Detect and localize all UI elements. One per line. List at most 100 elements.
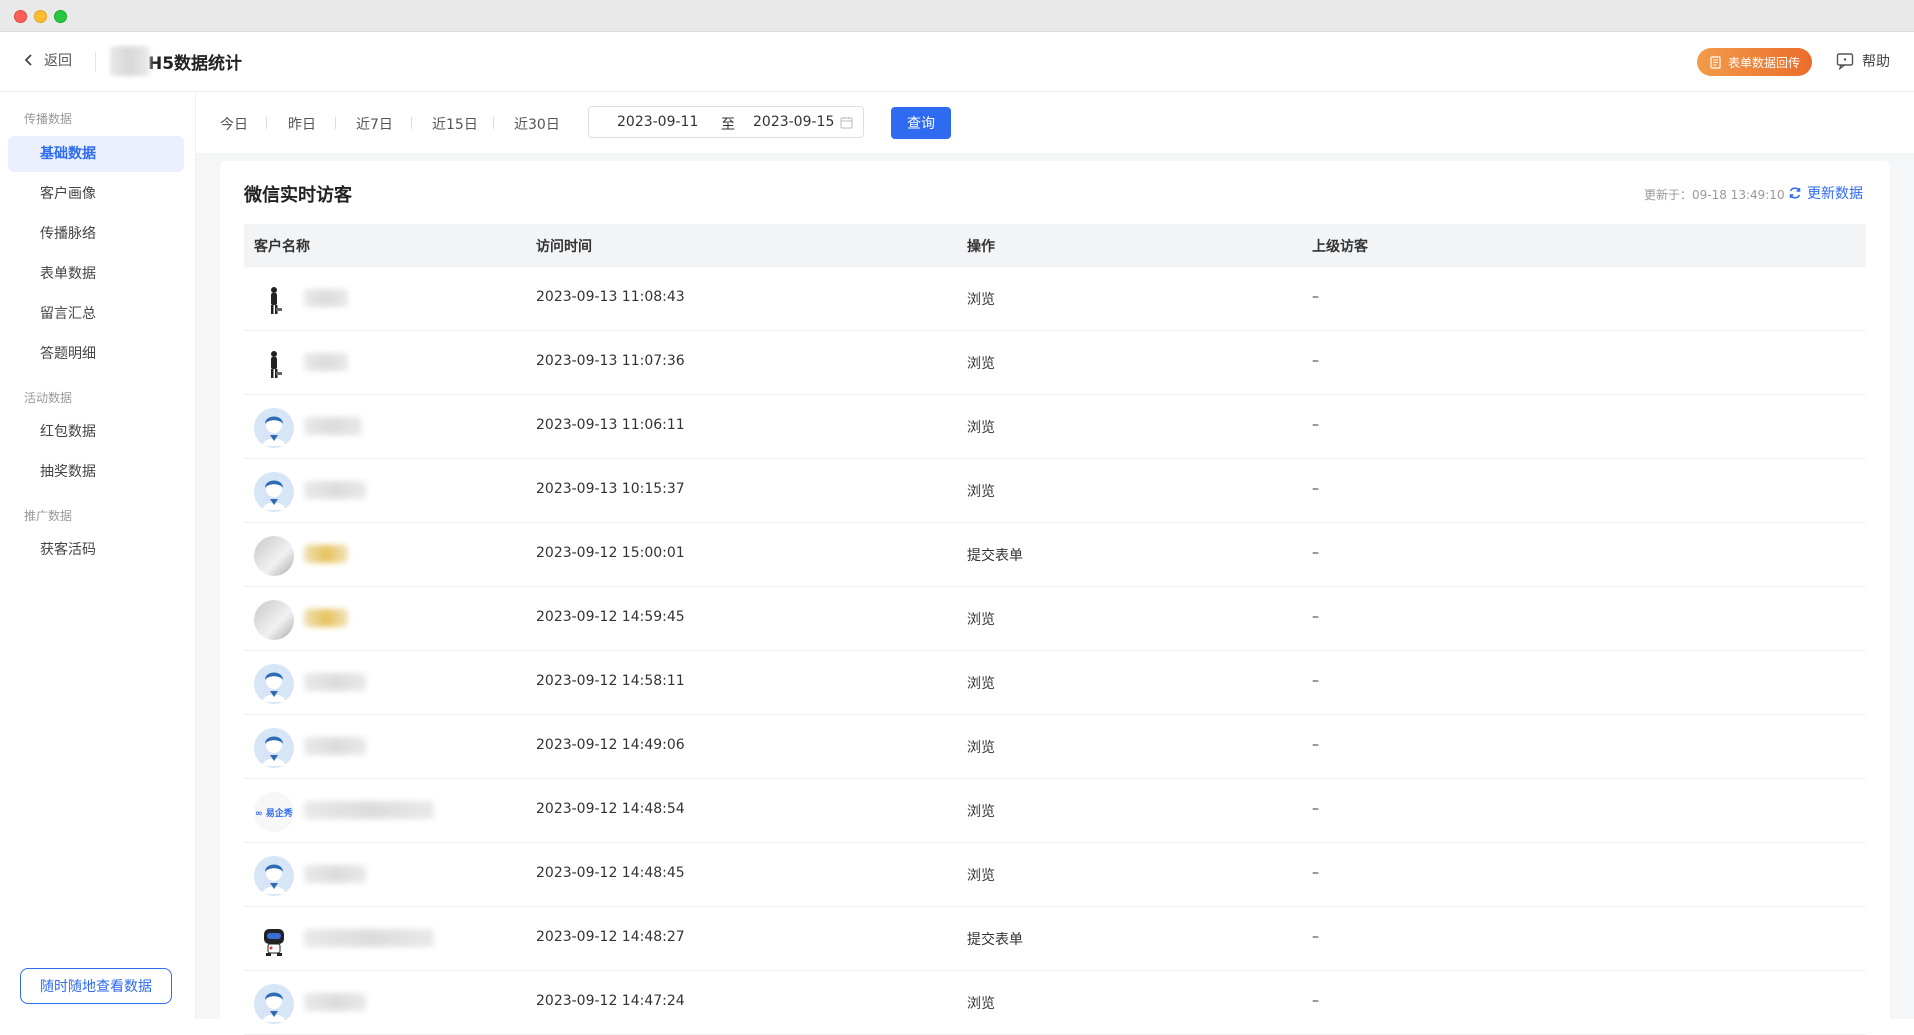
help-label: 帮助 <box>1862 54 1890 70</box>
sidebar-item-spread-path[interactable]: 传播脉络 <box>8 216 184 252</box>
quick-filter-15days[interactable]: 近15日 <box>432 114 478 134</box>
photo-avatar <box>254 600 294 640</box>
logo-avatar: ∞ 易企秀 <box>254 792 294 832</box>
action-cell: 浏览 <box>967 420 995 436</box>
visit-time-cell: 2023-09-12 14:47:24 <box>536 993 685 1009</box>
dark-figure-avatar <box>254 280 294 320</box>
sidebar-item-answers[interactable]: 答题明细 <box>8 336 184 372</box>
end-date[interactable]: 2023-09-15 <box>753 114 834 130</box>
action-cell: 浏览 <box>967 740 995 756</box>
table-row: 2023-09-12 14:59:45 浏览 – <box>244 587 1866 651</box>
parent-visitor-cell: – <box>1312 545 1319 561</box>
sidebar-item-red-packet[interactable]: 红包数据 <box>8 414 184 450</box>
redacted-customer-name <box>304 481 366 499</box>
photo-avatar <box>254 536 294 576</box>
parent-visitor-cell: – <box>1312 737 1319 753</box>
sidebar-item-customer-profile[interactable]: 客户画像 <box>8 176 184 212</box>
action-cell: 浏览 <box>967 804 995 820</box>
column-header-visit-time: 访问时间 <box>536 239 592 255</box>
table-row: 2023-09-12 14:48:45 浏览 – <box>244 843 1866 907</box>
default-user-avatar <box>254 472 294 512</box>
back-label: 返回 <box>44 53 72 69</box>
column-header-customer: 客户名称 <box>254 239 310 255</box>
table-row: 2023-09-12 14:49:06 浏览 – <box>244 715 1866 779</box>
redacted-customer-name <box>304 993 366 1011</box>
minimize-window-button[interactable] <box>34 10 47 23</box>
close-window-button[interactable] <box>14 10 27 23</box>
quick-filter-today[interactable]: 今日 <box>220 114 248 134</box>
default-user-avatar <box>254 856 294 896</box>
visit-time-cell: 2023-09-13 11:07:36 <box>536 353 685 369</box>
sidebar-item-lottery[interactable]: 抽奖数据 <box>8 454 184 490</box>
action-cell: 浏览 <box>967 676 995 692</box>
redacted-customer-name <box>304 929 434 947</box>
window-titlebar <box>0 0 1914 32</box>
filter-divider <box>411 117 412 129</box>
redacted-customer-name <box>304 609 348 627</box>
sidebar-item-form-data[interactable]: 表单数据 <box>8 256 184 292</box>
robot-avatar <box>254 920 294 960</box>
main-content: 今日 昨日 近7日 近15日 近30日 2023-09-11 至 2023-09… <box>196 92 1914 1035</box>
help-button[interactable]: 帮助 <box>1836 51 1890 71</box>
sidebar-item-comments[interactable]: 留言汇总 <box>8 296 184 332</box>
parent-visitor-cell: – <box>1312 801 1319 817</box>
visit-time-cell: 2023-09-13 11:08:43 <box>536 289 685 305</box>
back-button[interactable]: 返回 <box>22 50 72 70</box>
sidebar: 传播数据 基础数据 客户画像 传播脉络 表单数据 留言汇总 答题明细 活动数据 … <box>0 92 196 1019</box>
action-cell: 浏览 <box>967 484 995 500</box>
refresh-data-button[interactable]: 更新数据 <box>1788 183 1863 203</box>
maximize-window-button[interactable] <box>54 10 67 23</box>
sidebar-group-label: 活动数据 <box>24 391 73 405</box>
parent-visitor-cell: – <box>1312 609 1319 625</box>
redacted-customer-name <box>304 737 366 755</box>
sidebar-item-basic-data[interactable]: 基础数据 <box>8 136 184 172</box>
view-data-anytime-button[interactable]: 随时随地查看数据 <box>20 968 172 1004</box>
sidebar-item-live-code[interactable]: 获客活码 <box>8 532 184 568</box>
visit-time-cell: 2023-09-12 14:58:11 <box>536 673 685 689</box>
parent-visitor-cell: – <box>1312 865 1319 881</box>
default-user-avatar <box>254 664 294 704</box>
action-cell: 浏览 <box>967 868 995 884</box>
sidebar-group-label: 传播数据 <box>24 112 73 126</box>
action-cell: 提交表单 <box>967 548 1023 564</box>
action-cell: 浏览 <box>967 356 995 372</box>
refresh-icon <box>1789 187 1801 199</box>
redacted-customer-name <box>304 801 434 819</box>
table-row: 2023-09-12 14:58:11 浏览 – <box>244 651 1866 715</box>
start-date[interactable]: 2023-09-11 <box>617 114 698 130</box>
redacted-customer-name <box>304 353 348 371</box>
query-button[interactable]: 查询 <box>891 107 951 139</box>
calendar-icon <box>840 117 853 129</box>
header-divider <box>95 52 96 72</box>
quick-filter-30days[interactable]: 近30日 <box>514 114 560 134</box>
refresh-label: 更新数据 <box>1807 186 1863 202</box>
card-title: 微信实时访客 <box>244 185 352 206</box>
table-row: 2023-09-12 15:00:01 提交表单 – <box>244 523 1866 587</box>
visitor-table-body: 2023-09-13 11:08:43 浏览 – 2023-09-13 11:07:3… <box>244 267 1866 1035</box>
help-chat-icon <box>1836 53 1854 70</box>
quick-filter-yesterday[interactable]: 昨日 <box>288 114 316 134</box>
quick-filter-7days[interactable]: 近7日 <box>356 114 393 134</box>
action-cell: 提交表单 <box>967 932 1023 948</box>
visit-time-cell: 2023-09-13 11:06:11 <box>536 417 685 433</box>
redacted-customer-name <box>304 545 348 563</box>
default-user-avatar <box>254 728 294 768</box>
default-user-avatar <box>254 408 294 448</box>
column-header-action: 操作 <box>967 239 995 255</box>
form-data-return-button[interactable]: 表单数据回传 <box>1697 48 1813 76</box>
sidebar-group-label: 推广数据 <box>24 509 73 523</box>
action-cell: 浏览 <box>967 996 995 1012</box>
updated-time: 更新于：09-18 13:49:10 <box>1644 188 1785 202</box>
parent-visitor-cell: – <box>1312 673 1319 689</box>
visit-time-cell: 2023-09-12 14:59:45 <box>536 609 685 625</box>
parent-visitor-cell: – <box>1312 481 1319 497</box>
page-title-wrap: H5数据统计 <box>110 46 242 76</box>
parent-visitor-cell: – <box>1312 289 1319 305</box>
redacted-customer-name <box>304 289 348 307</box>
chevron-left-icon <box>24 54 32 66</box>
parent-visitor-cell: – <box>1312 993 1319 1009</box>
table-row: 2023-09-12 14:48:27 提交表单 – <box>244 907 1866 971</box>
table-row: 2023-09-13 11:07:36 浏览 – <box>244 331 1866 395</box>
date-range-picker[interactable]: 2023-09-11 至 2023-09-15 <box>588 106 864 138</box>
redacted-customer-name <box>304 417 362 435</box>
